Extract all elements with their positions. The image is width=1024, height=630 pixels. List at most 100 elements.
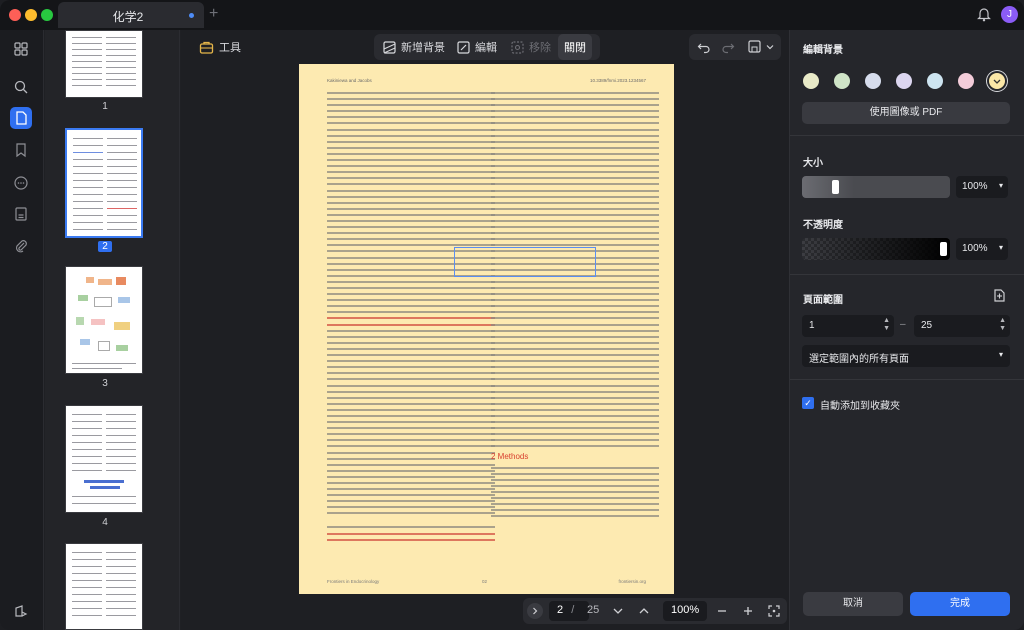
form-icon[interactable] bbox=[10, 203, 32, 225]
range-from-value: 1 bbox=[809, 320, 815, 331]
page-thumbnail-2[interactable] bbox=[65, 128, 143, 238]
chevron-down-icon[interactable] bbox=[766, 43, 774, 51]
stepper-icon[interactable]: ▲ ▼ bbox=[883, 317, 890, 333]
size-percent-select[interactable]: 100% ▾ bbox=[956, 176, 1008, 198]
unsaved-dot-icon bbox=[189, 13, 194, 18]
toolbar: 工具 新增背景 編輯 移除 關閉 bbox=[181, 30, 789, 64]
page-thumbnail-1[interactable] bbox=[65, 30, 143, 98]
edit-button[interactable]: 編輯 bbox=[456, 34, 497, 60]
minimize-window-button[interactable] bbox=[25, 9, 37, 21]
opacity-percent-select[interactable]: 100% ▾ bbox=[956, 238, 1008, 260]
use-image-or-pdf-button[interactable]: 使用圖像或 PDF bbox=[802, 102, 1010, 124]
page-number-1: 1 bbox=[102, 101, 108, 112]
page-settings-icon[interactable] bbox=[992, 288, 1007, 303]
range-from-input[interactable]: 1 ▲ ▼ bbox=[802, 315, 894, 337]
opacity-slider[interactable] bbox=[802, 238, 950, 260]
add-background-label: 新增背景 bbox=[401, 42, 445, 54]
redo-icon[interactable] bbox=[721, 40, 735, 54]
zoom-out-icon[interactable] bbox=[715, 604, 729, 618]
pages-icon[interactable] bbox=[10, 107, 32, 129]
page-number-4: 4 bbox=[102, 517, 108, 528]
page-thumbnail-5[interactable] bbox=[65, 543, 143, 630]
divider bbox=[790, 135, 1024, 136]
fit-page-icon[interactable] bbox=[767, 604, 781, 618]
pdf-page[interactable]: Kakiniewa and Jacobs 10.3389/fnmi.2023.1… bbox=[299, 64, 674, 594]
current-page-value: 2 bbox=[557, 604, 564, 616]
text-column-right: 2 Methods bbox=[491, 92, 659, 521]
document-tab[interactable]: 化学2 bbox=[58, 2, 204, 28]
swatch-4[interactable] bbox=[896, 73, 912, 89]
close-label: 關閉 bbox=[564, 42, 586, 54]
edit-label: 編輯 bbox=[475, 42, 497, 54]
opacity-label: 不透明度 bbox=[803, 220, 843, 231]
toolbox-icon bbox=[199, 41, 214, 54]
divider bbox=[790, 274, 1024, 275]
nav-toggle-button[interactable] bbox=[527, 603, 543, 619]
save-icon[interactable] bbox=[747, 39, 762, 54]
background-segment: 新增背景 編輯 移除 關閉 bbox=[374, 34, 600, 60]
close-background-button[interactable]: 關閉 bbox=[558, 34, 592, 60]
add-background-icon bbox=[383, 40, 396, 54]
auto-favorite-checkbox[interactable]: ✓ bbox=[802, 397, 814, 409]
text-column-left bbox=[327, 92, 495, 545]
layers-icon[interactable] bbox=[10, 600, 32, 622]
tab-label: 化学2 bbox=[112, 10, 144, 24]
left-rail bbox=[0, 30, 44, 630]
text-selection-box[interactable] bbox=[454, 247, 596, 277]
current-page-input[interactable]: 2 / bbox=[549, 601, 589, 621]
avatar[interactable]: J bbox=[1001, 6, 1018, 23]
remove-button[interactable]: 移除 bbox=[510, 34, 551, 60]
bookmark-icon[interactable] bbox=[10, 139, 32, 161]
size-slider[interactable] bbox=[802, 176, 950, 198]
range-dash: – bbox=[900, 319, 906, 330]
edit-icon bbox=[457, 40, 470, 54]
chevron-down-icon: ▾ bbox=[998, 350, 1003, 359]
page-footer-right: frontiersin.org bbox=[618, 579, 646, 584]
range-to-input[interactable]: 25 ▲ ▼ bbox=[914, 315, 1010, 337]
add-background-button[interactable]: 新增背景 bbox=[382, 34, 445, 60]
bell-icon[interactable] bbox=[977, 7, 991, 22]
new-tab-icon[interactable]: + bbox=[209, 5, 218, 23]
range-mode-value: 選定範圍內的所有頁面 bbox=[809, 354, 909, 365]
zoom-in-icon[interactable] bbox=[741, 604, 755, 618]
tools-label: 工具 bbox=[219, 42, 241, 54]
title-bar: 化学2 + J bbox=[0, 0, 1024, 30]
stepper-icon[interactable]: ▲ ▼ bbox=[999, 317, 1006, 333]
page-number-3: 3 bbox=[102, 378, 108, 389]
auto-favorite-label: 自動添加到收藏夾 bbox=[820, 401, 900, 412]
size-slider-handle[interactable] bbox=[832, 180, 839, 194]
page-thumbnail-4[interactable] bbox=[65, 405, 143, 513]
page-header-right: 10.3389/fnmi.2023.1234567 bbox=[589, 78, 646, 83]
size-value: 100% bbox=[962, 181, 988, 192]
swatch-6[interactable] bbox=[958, 73, 974, 89]
search-icon[interactable] bbox=[10, 76, 32, 98]
close-window-button[interactable] bbox=[9, 9, 21, 21]
size-label: 大小 bbox=[803, 158, 823, 169]
opacity-value: 100% bbox=[962, 243, 988, 254]
page-thumbnail-3[interactable] bbox=[65, 266, 143, 374]
swatch-3[interactable] bbox=[865, 73, 881, 89]
thumbnails-icon[interactable] bbox=[10, 38, 32, 60]
chevron-up-icon[interactable] bbox=[637, 604, 651, 618]
swatch-7[interactable] bbox=[989, 73, 1005, 89]
maximize-window-button[interactable] bbox=[41, 9, 53, 21]
comment-icon[interactable] bbox=[10, 172, 32, 194]
swatch-1[interactable] bbox=[803, 73, 819, 89]
attachment-icon[interactable] bbox=[10, 235, 32, 257]
opacity-slider-handle[interactable] bbox=[940, 242, 947, 256]
tools-button[interactable]: 工具 bbox=[191, 35, 249, 59]
range-to-value: 25 bbox=[921, 320, 933, 331]
chevron-down-icon[interactable] bbox=[611, 604, 625, 618]
zoom-input[interactable]: 100% bbox=[663, 601, 707, 621]
panel-title: 編輯背景 bbox=[803, 45, 843, 56]
range-mode-select[interactable]: 選定範圍內的所有頁面 ▾ bbox=[802, 345, 1010, 367]
page-footer-center: 02 bbox=[482, 579, 488, 584]
chevron-right-icon bbox=[533, 607, 538, 615]
undo-icon[interactable] bbox=[697, 40, 711, 54]
chevron-down-icon bbox=[993, 79, 1001, 84]
cancel-button[interactable]: 取消 bbox=[803, 592, 903, 616]
page-footer-left: Frontiers in Endocrinology bbox=[327, 579, 380, 584]
swatch-5[interactable] bbox=[927, 73, 943, 89]
done-button[interactable]: 完成 bbox=[910, 592, 1010, 616]
swatch-2[interactable] bbox=[834, 73, 850, 89]
